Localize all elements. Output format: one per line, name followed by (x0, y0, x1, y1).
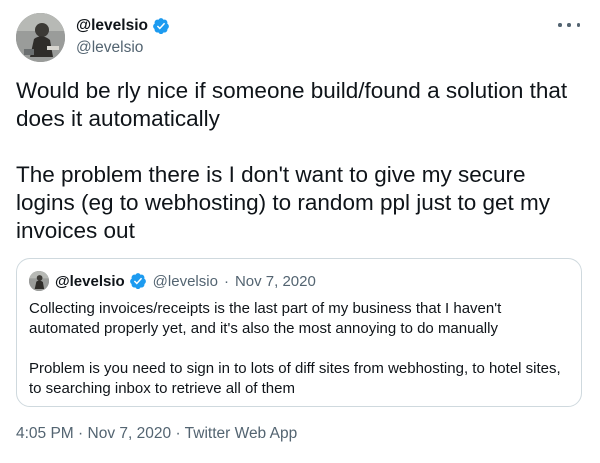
author-name[interactable]: @levelsio (76, 17, 148, 35)
quoted-separator: · (223, 272, 229, 290)
quoted-tweet-header: @levelsio @levelsio · Nov 7, 2020 (29, 271, 569, 291)
author-avatar[interactable] (16, 13, 65, 62)
quoted-verified-badge-icon (129, 273, 146, 290)
author-block: @levelsio @levelsio (76, 17, 170, 57)
more-dot (576, 23, 580, 27)
tweet-text: Would be rly nice if someone build/found… (16, 78, 568, 243)
more-options-icon[interactable] (558, 20, 580, 30)
quoted-avatar-photo (29, 271, 49, 291)
quoted-author-avatar (29, 271, 49, 291)
footer-separator: · (78, 425, 84, 442)
tweet-source[interactable]: Twitter Web App (185, 425, 298, 442)
tweet-footer: 4:05 PM · Nov 7, 2020 · Twitter Web App (16, 425, 297, 443)
avatar-photo (16, 13, 65, 62)
author-name-row: @levelsio (76, 17, 170, 35)
quoted-date[interactable]: Nov 7, 2020 (235, 273, 316, 290)
tweet-time[interactable]: 4:05 PM (16, 425, 74, 442)
quoted-author-handle: @levelsio (152, 272, 218, 290)
author-handle[interactable]: @levelsio (76, 39, 170, 57)
verified-badge-icon (153, 18, 169, 35)
tweet-date[interactable]: Nov 7, 2020 (88, 425, 172, 442)
quoted-tweet[interactable]: @levelsio @levelsio · Nov 7, 2020 Collec… (16, 258, 582, 407)
more-dot (558, 23, 562, 27)
more-dot (567, 23, 571, 27)
footer-separator: · (175, 425, 181, 442)
quoted-author-name: @levelsio (55, 272, 125, 290)
quoted-tweet-text: Collecting invoices/receipts is the last… (29, 300, 561, 397)
